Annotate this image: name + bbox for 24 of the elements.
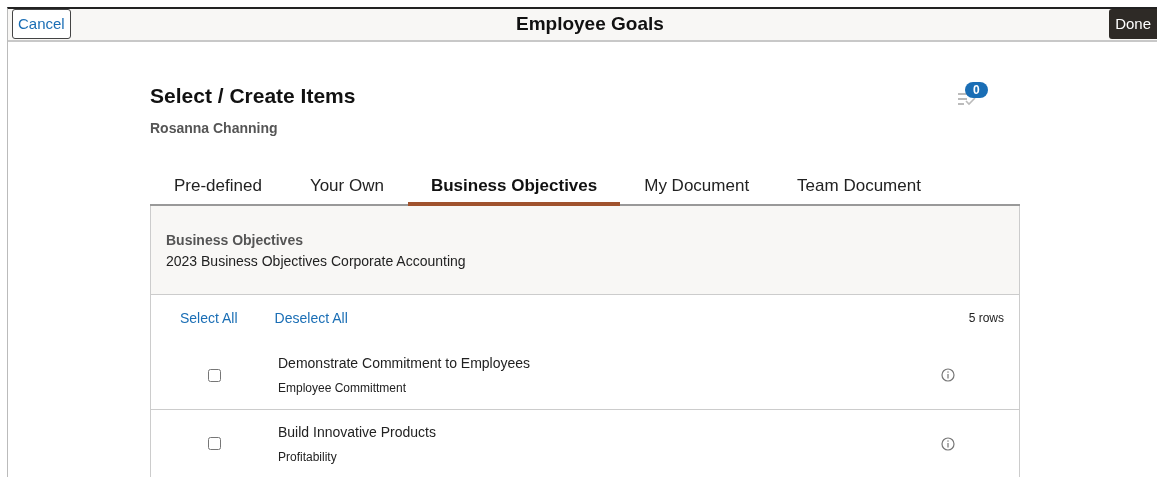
item-title: Demonstrate Commitment to Employees — [278, 354, 532, 373]
item-category: Profitability — [278, 448, 338, 466]
tab[interactable]: Pre-defined — [150, 169, 286, 206]
page-title: Select / Create Items — [150, 82, 356, 109]
info-icon[interactable] — [941, 368, 955, 382]
employee-name: Rosanna Channing — [150, 119, 279, 138]
row-count: 5 rows — [968, 310, 1004, 327]
tab[interactable]: Your Own — [285, 169, 408, 206]
count-badge: 0 — [965, 81, 988, 98]
section-description: 2023 Business Objectives Corporate Accounting — [166, 251, 467, 271]
item-checkbox[interactable] — [208, 368, 221, 382]
tab[interactable]: Team Document — [773, 169, 945, 206]
cancel-button[interactable]: Cancel — [12, 9, 71, 40]
selected-items-button[interactable]: 0 — [958, 81, 992, 112]
select-all-link[interactable]: Select All — [180, 307, 238, 329]
item-category: Employee Committment — [278, 380, 408, 397]
tab[interactable]: My Document — [620, 169, 774, 206]
window-title: Employee Goals — [516, 12, 664, 36]
item-checkbox[interactable] — [208, 437, 221, 450]
info-icon[interactable] — [941, 436, 955, 451]
item-title: Build Innovative Products — [278, 422, 437, 442]
deselect-all-link[interactable]: Deselect All — [274, 307, 348, 329]
section-heading: Business Objectives — [166, 230, 304, 250]
done-button[interactable]: Done — [1109, 9, 1157, 40]
